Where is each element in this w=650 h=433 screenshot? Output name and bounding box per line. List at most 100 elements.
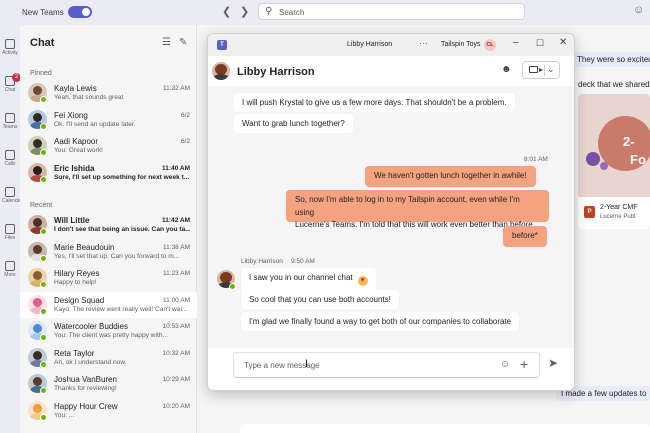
powerpoint-icon: P (584, 206, 595, 218)
avatar[interactable] (212, 62, 230, 80)
plus-icon[interactable]: + (520, 356, 528, 372)
chat-name: Marie Beaudouin (54, 242, 115, 252)
recent-label: Recent (30, 202, 53, 209)
emoji-icon[interactable]: ☺ (500, 359, 510, 370)
message-line: Lucerne's Teams. I'm told that this will… (295, 220, 535, 229)
chat-name: Design Squad (54, 295, 105, 305)
chat-name: Hilary Reyes (54, 269, 100, 278)
presence-available-icon (40, 387, 47, 394)
video-call-button[interactable]: ⌄ (522, 61, 560, 79)
teams-icon (5, 113, 15, 123)
rail-item-chat[interactable]: Chat 2 (2, 73, 21, 100)
chat-timestamp: 10:32 AM (162, 349, 190, 357)
chat-timestamp: 10:20 AM (162, 402, 190, 410)
account-icon[interactable]: ☺ (633, 4, 644, 16)
new-teams-toggle[interactable] (68, 6, 92, 18)
chat-list-item[interactable]: Fei Xiong Ok. I'll send an update later. 6… (20, 107, 197, 133)
chat-name: Reta Taylor (54, 348, 95, 358)
chat-preview: You: The client was pretty happy with... (54, 332, 168, 339)
people-icon[interactable]: ☻ (501, 64, 512, 75)
rail-item-more[interactable]: More (2, 261, 18, 285)
presence-available-icon (40, 360, 47, 368)
popout-title-bar: T Libby Harrison ··· Tailspin Toys CL – … (208, 34, 574, 56)
text-cursor-icon: I (305, 358, 309, 370)
background-compose[interactable] (240, 424, 650, 433)
maximize-icon[interactable]: ☐ (536, 38, 544, 49)
background-message: They were so excited (572, 52, 650, 67)
chat-list-item[interactable]: Will Little I don't see that being an iss… (20, 212, 197, 238)
chat-list-item[interactable]: Reta Taylor Ah, ok I understand now. 10:32… (20, 345, 197, 371)
chat-list-item[interactable]: Aadi Kapoor You: Great work! 6/2 (20, 133, 197, 159)
chat-timestamp: 11:42 AM (162, 217, 190, 224)
org-avatar[interactable]: CL (484, 39, 496, 51)
chevron-left-icon[interactable]: ❮ (222, 5, 231, 18)
chat-timestamp: 11:00 AM (163, 296, 190, 304)
presence-available-icon (40, 281, 47, 288)
minimize-icon[interactable]: – (513, 37, 519, 48)
chat-list-item[interactable]: Design Squad Kayo: The review went really… (20, 291, 197, 318)
search-icon: ⚲ (265, 6, 273, 17)
file-card[interactable]: 2- Fo P 2-Year CMF Lucerne Publ (578, 94, 650, 229)
chat-name: Will Little (54, 216, 90, 225)
chat-list-item[interactable]: Joshua VanBuren Thanks for reviewing! 10:2… (20, 371, 197, 397)
chat-list-item[interactable]: Watercooler Buddies You: The client was p… (20, 318, 197, 344)
new-chat-icon[interactable]: ✎ (179, 37, 187, 48)
chat-name: Fei Xiong (54, 110, 88, 120)
chat-name: Happy Hour Crew (54, 401, 118, 411)
rail-item-calendar[interactable]: Calendar (2, 187, 23, 211)
chat-timestamp: 11:40 AM (162, 164, 190, 172)
message-incoming: So cool that you can use both accounts! (241, 290, 399, 309)
send-icon[interactable]: ➤ (548, 356, 558, 370)
message-incoming: I saw you in our channel chat ♥ (241, 268, 376, 291)
presence-available-icon (40, 149, 47, 156)
video-camera-icon (529, 66, 543, 73)
presence-available-icon (40, 307, 47, 315)
chevron-down-icon[interactable]: ⌄ (547, 64, 555, 75)
presence-available-icon (40, 122, 47, 130)
rail-label: Calendar (2, 198, 23, 204)
presence-available-icon (229, 283, 236, 290)
chat-preview: Sure, I'll set up something for next wee… (54, 173, 190, 181)
rail-label: Chat (4, 87, 16, 93)
message-sender: Libby Harrison (241, 258, 283, 265)
chat-list-item[interactable]: Kayla Lewis Yeah, that sounds great 11:32 … (20, 80, 197, 106)
rail-item-files[interactable]: Files (2, 224, 18, 248)
chat-preview: You: ... (54, 411, 75, 419)
presence-available-icon (40, 334, 47, 341)
background-text: deck that we shared: (578, 80, 650, 89)
chat-timestamp: 11:38 AM (163, 243, 190, 251)
chat-list-item[interactable]: Eric Ishida Sure, I'll set up something f… (20, 160, 197, 186)
rail-item-calls[interactable]: Calls (2, 150, 18, 174)
org-name: Tailspin Toys (441, 41, 481, 48)
close-icon[interactable]: ✕ (559, 37, 567, 48)
chat-preview: Ah, ok I understand now. (54, 358, 127, 366)
message-outgoing: We haven't gotten lunch together in awhi… (365, 166, 536, 187)
chat-timestamp: 10:29 AM (162, 376, 190, 383)
search-input[interactable]: ⚲ Search (258, 3, 525, 20)
compose-placeholder: Type a new message (244, 361, 320, 370)
chat-list-item[interactable]: Happy Hour Crew You: ... 10:20 AM (20, 398, 197, 424)
message-incoming: Want to grab lunch together? (234, 114, 353, 133)
compose-box[interactable]: Type a new message I ☺ + (233, 352, 540, 378)
chevron-right-icon[interactable]: ❯ (240, 5, 249, 18)
file-location: Lucerne Publ (600, 214, 636, 220)
filter-icon[interactable]: ☰ (162, 37, 171, 48)
popout-chat-window: T Libby Harrison ··· Tailspin Toys CL – … (207, 33, 575, 391)
chat-list-item[interactable]: Marie Beaudouin Yes, I'll set that up. Ca… (20, 239, 197, 265)
teams-logo-icon: T (217, 40, 227, 50)
rail-item-teams[interactable]: Teams (2, 113, 18, 137)
rail-label: More (4, 272, 16, 278)
title-bar: New Teams ❮ ❯ ⚲ Search ☺ (0, 0, 650, 25)
message-thread: I will push Krystal to give us a few mor… (208, 86, 574, 348)
more-options-icon[interactable]: ··· (419, 38, 428, 48)
pinned-label: Pinned (30, 70, 52, 77)
chat-preview: Ok. I'll send an update later. (54, 120, 136, 128)
chat-list-item[interactable]: Hilary Reyes Happy to help! 11:23 AM (20, 265, 197, 291)
chat-name: Aadi Kapoor (54, 137, 99, 146)
chat-preview: I don't see that being an issue. Can you… (54, 226, 190, 233)
heart-eyes-emoji-icon: ♥ (357, 276, 368, 286)
rail-item-activity[interactable]: Activity (2, 39, 18, 63)
rail-label: Activity (2, 50, 18, 56)
chat-preview: Yeah, that sounds great (54, 94, 124, 101)
chat-name: Joshua VanBuren (54, 375, 118, 384)
